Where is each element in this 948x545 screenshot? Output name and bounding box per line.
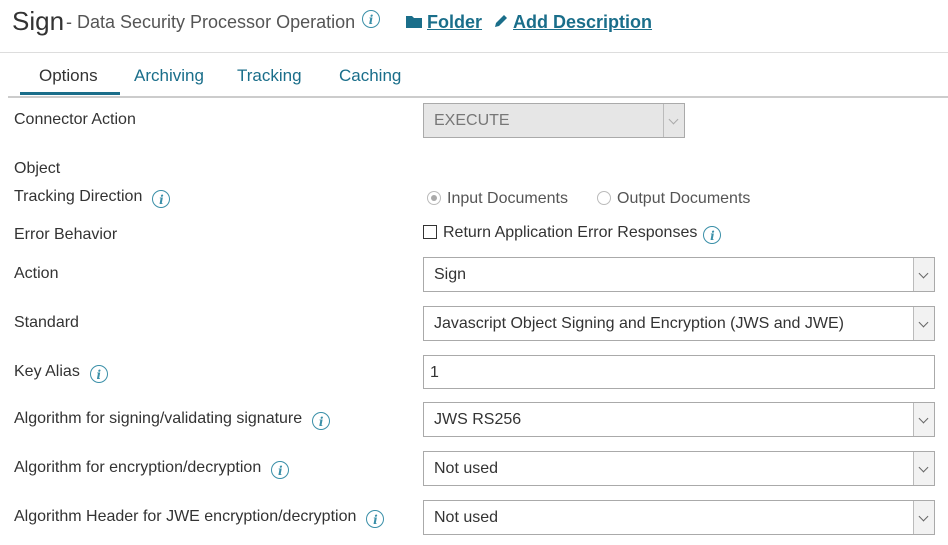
encryption-algorithm-label: Algorithm for encryption/decryption [14,459,262,476]
action-label: Action [14,265,59,282]
standard-label: Standard [14,314,79,331]
error-behavior-label: Error Behavior [14,226,118,243]
tracking-direction-row: Tracking Direction i [14,188,171,208]
info-icon[interactable]: i [312,412,331,430]
radio-input-documents-label: Input Documents [447,190,568,207]
chevron-down-icon[interactable] [913,403,934,436]
tab-bar: Options Archiving Tracking Caching [8,52,948,98]
jwe-header-algorithm-select[interactable]: Not used [423,500,935,535]
folder-icon [406,15,422,32]
folder-link-label: Folder [427,12,483,32]
return-error-responses-label: Return Application Error Responses [443,224,698,241]
key-alias-value: 1 [430,364,439,381]
page-subtitle: - Data Security Processor Operation [66,12,356,32]
encryption-algorithm-select[interactable]: Not used [423,451,935,486]
key-alias-label: Key Alias [14,363,80,380]
tab-caching[interactable]: Caching [339,66,401,86]
key-alias-row: Key Alias i [14,363,108,383]
radio-dot [427,191,441,205]
connector-action-value: EXECUTE [434,112,510,129]
object-label: Object [14,160,61,177]
folder-link[interactable]: Folder [406,12,482,33]
signing-algorithm-row: Algorithm for signing/validating signatu… [14,410,331,430]
info-icon[interactable]: i [271,461,290,479]
chevron-down-icon [663,104,684,137]
return-error-responses-option: Return Application Error Responses i [423,224,722,244]
return-error-responses-checkbox[interactable] [423,225,437,239]
radio-dot [597,191,611,205]
chevron-down-icon[interactable] [913,258,934,291]
encryption-algorithm-row: Algorithm for encryption/decryption i [14,459,290,479]
signing-algorithm-select[interactable]: JWS RS256 [423,402,935,437]
info-icon[interactable]: i [362,10,380,28]
radio-output-documents[interactable]: Output Documents [597,190,750,208]
add-description-label: Add Description [513,12,653,32]
tab-tracking[interactable]: Tracking [237,66,302,86]
chevron-down-icon[interactable] [913,307,934,340]
radio-input-documents[interactable]: Input Documents [427,190,568,208]
radio-output-documents-label: Output Documents [617,190,751,207]
tab-options[interactable]: Options [39,66,98,86]
add-description-link[interactable]: Add Description [494,12,652,33]
standard-value: Javascript Object Signing and Encryption… [434,315,844,332]
chevron-down-icon[interactable] [913,501,934,534]
jwe-header-algorithm-row: Algorithm Header for JWE encryption/decr… [14,508,385,528]
connector-action-label: Connector Action [14,111,136,128]
page-header: Sign - Data Security Processor Operation… [0,0,948,53]
tracking-direction-label: Tracking Direction [14,188,143,205]
connector-action-select: EXECUTE [423,103,685,138]
info-icon[interactable]: i [152,190,171,208]
standard-select[interactable]: Javascript Object Signing and Encryption… [423,306,935,341]
signing-algorithm-value: JWS RS256 [434,411,522,428]
page-title: Sign [12,6,65,36]
active-tab-indicator [20,92,120,95]
info-icon[interactable]: i [89,365,108,383]
pencil-icon [494,14,508,32]
action-value: Sign [434,266,467,283]
info-icon[interactable]: i [366,510,385,528]
jwe-header-algorithm-label: Algorithm Header for JWE encryption/decr… [14,508,357,525]
tab-archiving[interactable]: Archiving [134,66,204,86]
encryption-algorithm-value: Not used [434,460,499,477]
signing-algorithm-label: Algorithm for signing/validating signatu… [14,410,303,427]
action-select[interactable]: Sign [423,257,935,292]
info-icon[interactable]: i [703,226,722,244]
jwe-header-algorithm-value: Not used [434,509,499,526]
chevron-down-icon[interactable] [913,452,934,485]
key-alias-input[interactable]: 1 [423,355,935,389]
